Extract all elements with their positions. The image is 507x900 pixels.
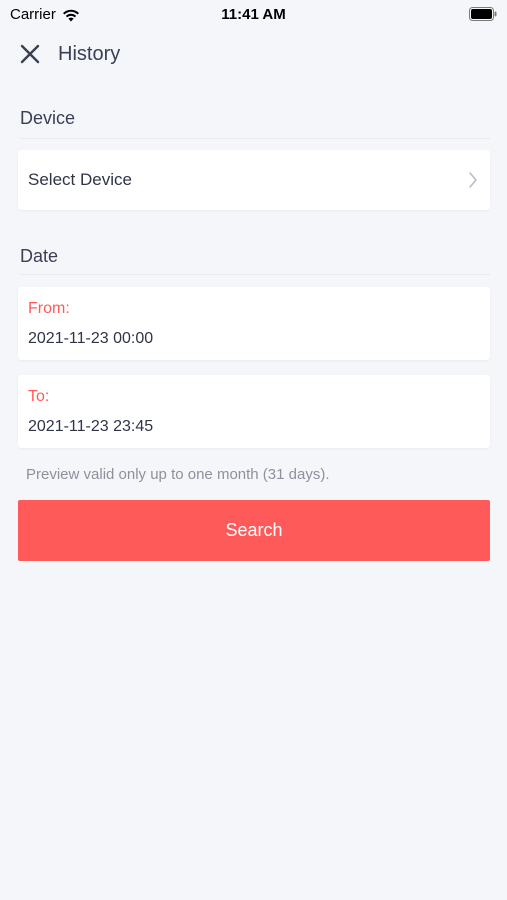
select-device-label: Select Device: [28, 170, 132, 189]
select-device-row[interactable]: Select Device: [18, 150, 490, 210]
divider: [20, 274, 490, 275]
from-value: 2021-11-23 00:00: [28, 330, 154, 347]
navigation-bar: History: [0, 36, 507, 72]
from-label: From:: [28, 300, 70, 317]
to-label: To:: [28, 388, 50, 405]
battery-icon: [469, 7, 497, 21]
to-value: 2021-11-23 23:45: [28, 418, 154, 435]
date-section-title: Date: [20, 246, 59, 266]
close-icon: [20, 44, 40, 64]
device-section-title: Device: [20, 108, 76, 128]
status-bar: Carrier 11:41 AM: [0, 0, 507, 30]
close-button[interactable]: [16, 40, 44, 68]
divider: [20, 138, 490, 139]
to-date-field[interactable]: To: 2021-11-23 23:45: [18, 375, 490, 448]
range-hint: Preview valid only up to one month (31 d…: [26, 466, 330, 483]
status-time: 11:41 AM: [221, 6, 286, 23]
page-title: History: [58, 43, 121, 65]
chevron-right-icon: [469, 172, 477, 188]
from-date-field[interactable]: From: 2021-11-23 00:00: [18, 287, 490, 360]
search-button[interactable]: Search: [18, 500, 490, 561]
